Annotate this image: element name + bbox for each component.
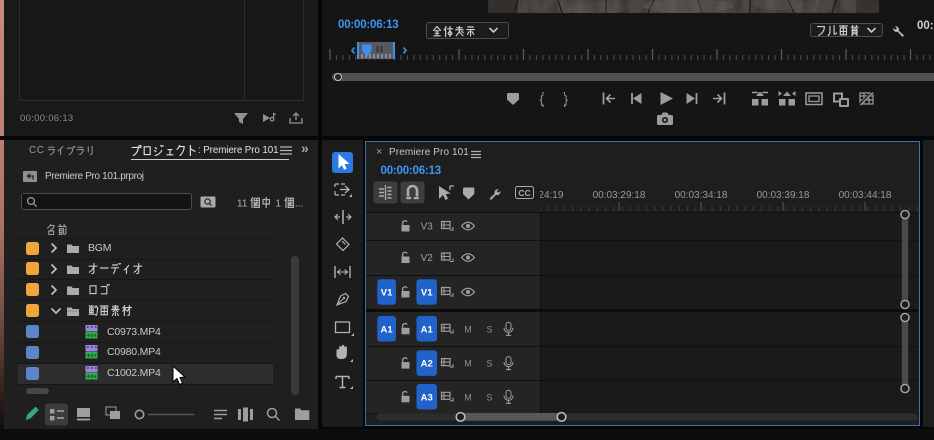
- svg-text:V1: V1: [381, 288, 393, 299]
- svg-text:V1: V1: [421, 288, 433, 299]
- svg-text:{: {: [539, 93, 543, 107]
- svg-text:M: M: [464, 392, 472, 402]
- svg-text:S: S: [486, 359, 492, 369]
- svg-text:M: M: [464, 359, 472, 369]
- svg-text:M: M: [464, 324, 472, 334]
- svg-text:A3: A3: [421, 392, 433, 403]
- svg-text:A1: A1: [381, 324, 394, 335]
- svg-text:A1: A1: [421, 324, 434, 335]
- svg-text:}: }: [564, 93, 568, 107]
- svg-text:S: S: [486, 392, 492, 402]
- svg-text:S: S: [486, 324, 492, 334]
- svg-text:A2: A2: [421, 359, 433, 370]
- svg-text:V2: V2: [421, 253, 434, 264]
- svg-text:V3: V3: [421, 222, 434, 233]
